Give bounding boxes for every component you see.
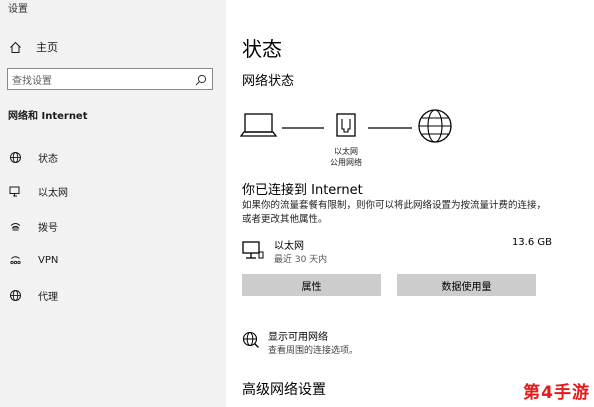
ethernet-label: 以太网 公用网络	[311, 146, 381, 168]
search-icon[interactable]	[194, 72, 208, 86]
connected-description: 如果你的流量套餐有限制，则你可以将此网络设置为按流量计费的连接，或者更改其他属性…	[242, 200, 547, 225]
network-diagram: 以太网 公用网络	[239, 102, 570, 168]
data-usage-size: 13.6 GB	[511, 237, 552, 248]
advanced-network-settings-heading: 高级网络设置	[242, 382, 326, 398]
sidebar-item-proxy[interactable]: 代理	[0, 278, 226, 313]
network-status-heading: 网络状态	[242, 74, 295, 89]
connected-title: 你已连接到 Internet	[242, 183, 363, 198]
globe-search-icon	[242, 331, 260, 349]
watermark: 第4手游	[523, 383, 590, 403]
sidebar-item-label: 代理	[38, 291, 58, 303]
ethernet-monitor-icon	[242, 239, 264, 261]
sidebar-item-label: 拨号	[38, 222, 58, 234]
connection-name: 以太网	[274, 241, 304, 252]
sidebar-item-label: 状态	[38, 153, 58, 165]
section-title: 网络和 Internet	[8, 111, 88, 122]
connection-row: 以太网 最近 30 天内 13.6 GB	[242, 237, 552, 267]
search-input[interactable]	[8, 71, 188, 92]
data-usage-button[interactable]: 数据使用量	[397, 274, 536, 296]
ethernet-label-name: 以太网	[334, 147, 358, 156]
connection-period: 最近 30 天内	[274, 255, 328, 265]
globe-icon	[8, 288, 22, 302]
sidebar: 设置 主页 网络和 Internet 状态 以太网	[0, 0, 226, 407]
sidebar-home[interactable]: 主页	[8, 39, 58, 55]
show-available-networks[interactable]: 显示可用网络 查看周围的连接选项。	[242, 328, 492, 358]
ethernet-monitor-icon	[8, 185, 22, 199]
show-available-networks-subtitle: 查看周围的连接选项。	[268, 346, 359, 356]
main-content: 状态 网络状态 以太网 公用网络 你已连接到 Internet 如果你的流量套餐…	[226, 0, 594, 407]
vpn-icon	[8, 254, 22, 268]
page-title: 状态	[242, 37, 282, 61]
home-icon	[8, 40, 22, 54]
properties-button[interactable]: 属性	[242, 274, 381, 296]
app-title: 设置	[8, 4, 28, 15]
sidebar-item-ethernet[interactable]: 以太网	[0, 175, 226, 210]
sidebar-item-status[interactable]: 状态	[0, 140, 226, 175]
sidebar-nav: 状态 以太网 拨号 VPN 代理	[0, 140, 226, 313]
home-label: 主页	[36, 41, 58, 54]
search-box[interactable]	[7, 68, 213, 92]
show-available-networks-title: 显示可用网络	[268, 332, 328, 343]
sidebar-item-label: VPN	[38, 255, 59, 267]
sidebar-item-label: 以太网	[38, 188, 68, 200]
laptop-icon	[239, 113, 278, 137]
ethernet-port-icon	[336, 113, 356, 137]
sidebar-item-dialup[interactable]: 拨号	[0, 209, 226, 244]
globe-network-icon	[8, 150, 22, 164]
sidebar-item-vpn[interactable]: VPN	[0, 244, 226, 279]
ethernet-label-type: 公用网络	[330, 158, 362, 167]
dialup-phone-icon	[8, 219, 22, 233]
internet-globe-icon	[418, 109, 452, 143]
